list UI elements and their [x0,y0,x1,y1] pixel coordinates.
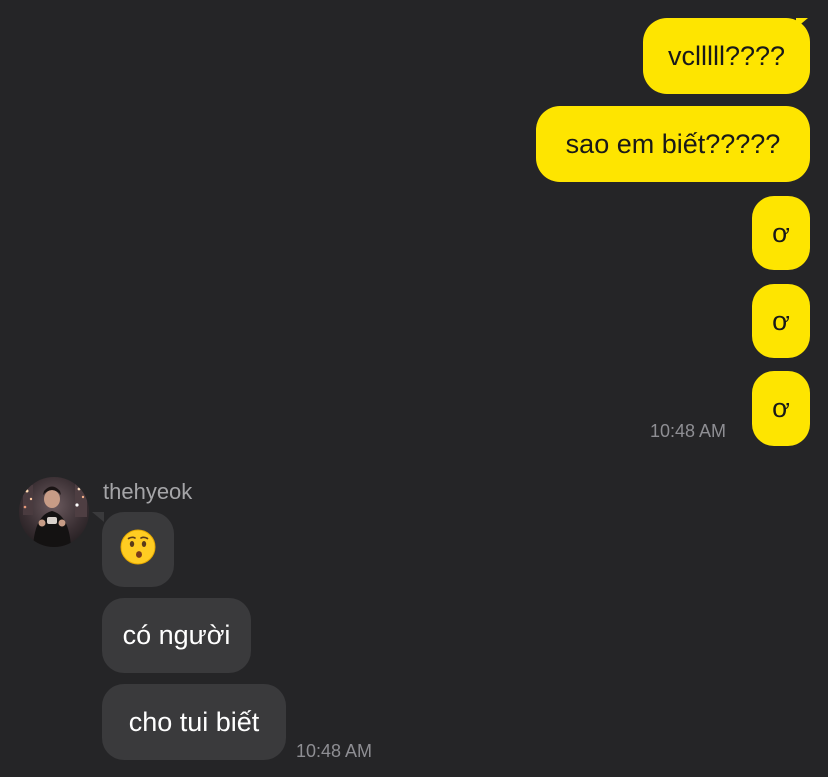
outgoing-timestamp: 10:48 AM [650,421,727,441]
kissing-face-icon [120,529,156,571]
sender-name: thehyeok [103,479,193,504]
incoming-message-bubble[interactable]: có người [102,598,251,673]
sender-avatar[interactable] [19,477,89,547]
avatar-photo-icon [19,477,89,547]
outgoing-message-bubble[interactable]: vclllll???? [643,18,810,94]
outgoing-message-bubble[interactable]: ơ [752,284,810,358]
incoming-message-bubble[interactable]: 😗 [102,512,174,587]
outgoing-message-bubble[interactable]: sao em biết????? [536,106,810,182]
outgoing-message-bubble[interactable]: ơ [752,371,810,446]
bubble-tail [92,512,104,522]
outgoing-message-bubble[interactable]: ơ [752,196,810,270]
incoming-message-bubble[interactable]: cho tui biết [102,684,286,760]
incoming-timestamp: 10:48 AM [296,741,373,761]
